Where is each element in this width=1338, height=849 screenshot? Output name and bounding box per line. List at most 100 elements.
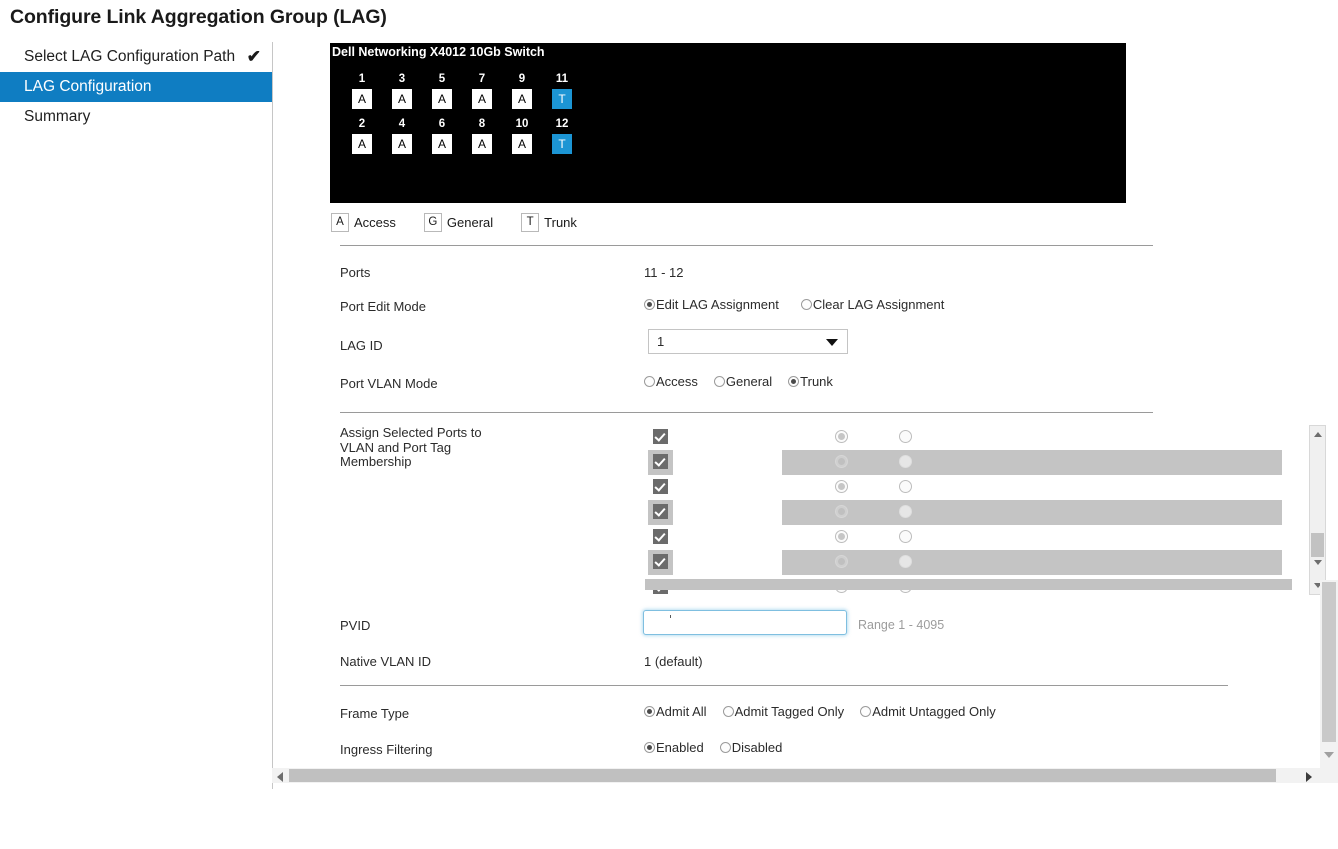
port-mode-box[interactable]: A — [472, 134, 492, 154]
scroll-right-icon[interactable] — [1306, 772, 1312, 782]
vlan-table-row[interactable] — [645, 475, 1292, 500]
switch-port[interactable]: 3A — [382, 72, 422, 109]
radio-option[interactable]: Edit LAG Assignment — [644, 297, 779, 312]
vlan-table-row[interactable] — [645, 550, 1292, 575]
port-vlan-mode-label: Port VLAN Mode — [340, 376, 438, 391]
vlan-row-checkbox[interactable] — [653, 529, 668, 544]
row-lag-id: LAG ID 1 — [340, 329, 1170, 361]
scroll-down-icon[interactable] — [1324, 752, 1334, 758]
wizard-step-2[interactable]: LAG Configuration — [0, 72, 272, 102]
radio-icon[interactable] — [800, 299, 812, 310]
vlan-tag-radio-untagged[interactable] — [835, 530, 848, 543]
radio-option[interactable]: Admit Untagged Only — [860, 704, 996, 719]
radio-option[interactable]: Enabled — [644, 740, 704, 755]
vlan-scroll-thumb[interactable] — [1311, 533, 1324, 557]
wizard-step-3[interactable]: Summary — [0, 102, 272, 132]
vlan-row-checkbox[interactable] — [653, 554, 668, 569]
switch-port[interactable]: 7A — [462, 72, 502, 109]
radio-icon[interactable] — [860, 706, 872, 717]
radio-option[interactable]: Access — [644, 374, 698, 389]
switch-port[interactable]: 1A — [342, 72, 382, 109]
port-mode-box[interactable]: T — [552, 134, 572, 154]
switch-port[interactable]: 2A — [342, 117, 382, 154]
vlan-membership-table[interactable] — [645, 425, 1292, 595]
vlan-row-checkbox[interactable] — [653, 479, 668, 494]
radio-icon[interactable] — [644, 706, 655, 717]
vlan-table-vertical-scrollbar[interactable] — [1309, 425, 1326, 595]
switch-port[interactable]: 6A — [422, 117, 462, 154]
vlan-tag-radio-untagged[interactable] — [835, 430, 848, 443]
radio-option[interactable]: Admit All — [644, 704, 707, 719]
radio-icon[interactable] — [644, 742, 655, 753]
radio-icon[interactable] — [644, 299, 655, 310]
vlan-tag-radio-tagged[interactable] — [899, 455, 912, 468]
vlan-tag-radio-untagged[interactable] — [835, 455, 848, 468]
vlan-membership-label: Assign Selected Ports to VLAN and Port T… — [340, 425, 482, 469]
switch-port[interactable]: 10 A — [502, 117, 542, 154]
vlan-row-checkbox[interactable] — [653, 504, 668, 519]
ingress-filtering-radio-group[interactable]: Enabled Disabled — [644, 740, 782, 755]
switch-port[interactable]: 8A — [462, 117, 502, 154]
radio-option[interactable]: Clear LAG Assignment — [800, 297, 944, 312]
scroll-left-icon[interactable] — [277, 772, 283, 782]
vlan-tag-radio-tagged[interactable] — [899, 430, 912, 443]
vlan-table-row[interactable] — [645, 500, 1292, 525]
wizard-step-label: Summary — [24, 108, 91, 125]
port-mode-box[interactable]: A — [352, 134, 372, 154]
radio-label: Access — [656, 374, 698, 389]
vlan-tag-radio-untagged[interactable] — [835, 555, 848, 568]
radio-option[interactable]: General — [713, 374, 772, 389]
wizard-step-1[interactable]: Select LAG Configuration Path ✔ — [0, 42, 272, 72]
port-edit-mode-radio-group[interactable]: Edit LAG Assignment Clear LAG Assignment — [644, 297, 944, 312]
legend-label: Trunk — [544, 215, 577, 230]
page-hscroll-thumb[interactable] — [289, 769, 1276, 782]
switch-port[interactable]: 9A — [502, 72, 542, 109]
scroll-up-icon[interactable] — [1310, 427, 1325, 442]
vlan-table-row[interactable] — [645, 425, 1292, 450]
radio-option[interactable]: Disabled — [719, 740, 782, 755]
port-mode-box[interactable]: A — [512, 134, 532, 154]
pvid-range-hint: Range 1 - 4095 — [858, 618, 945, 632]
radio-label: Admit Untagged Only — [872, 704, 996, 719]
vlan-table-horizontal-scrollbar[interactable] — [645, 579, 1292, 590]
page-horizontal-scrollbar[interactable] — [272, 768, 1338, 783]
scroll-down-icon[interactable] — [1310, 555, 1325, 570]
port-mode-box[interactable]: A — [512, 89, 532, 109]
switch-port[interactable]: 5A — [422, 72, 462, 109]
port-vlan-mode-radio-group[interactable]: Access General Trunk — [644, 374, 833, 389]
port-mode-box[interactable]: A — [392, 89, 412, 109]
page-vscroll-thumb[interactable] — [1322, 582, 1336, 742]
switch-port[interactable]: 4A — [382, 117, 422, 154]
switch-port[interactable]: 12 T — [542, 117, 582, 154]
frame-type-radio-group[interactable]: Admit All Admit Tagged Only Admit Untagged… — [644, 704, 996, 719]
radio-icon[interactable] — [722, 706, 734, 717]
port-mode-box[interactable]: T — [552, 89, 572, 109]
vlan-row-checkbox[interactable] — [653, 429, 668, 444]
lag-id-select[interactable]: 1 — [648, 329, 848, 354]
radio-icon[interactable] — [719, 742, 731, 753]
page-vertical-scrollbar[interactable] — [1320, 580, 1338, 768]
vlan-table-row[interactable] — [645, 450, 1292, 475]
port-mode-box[interactable]: A — [472, 89, 492, 109]
radio-label: Trunk — [800, 374, 833, 389]
radio-option[interactable]: Admit Tagged Only — [722, 704, 844, 719]
vlan-tag-radio-untagged[interactable] — [835, 505, 848, 518]
vlan-tag-radio-tagged[interactable] — [899, 505, 912, 518]
switch-port[interactable]: 11 T — [542, 72, 582, 109]
port-mode-box[interactable]: A — [352, 89, 372, 109]
port-grid: 1 A 3 A 5 A 7 A 9 A 11 T 2 A 4 A 6 A 8 A 10 A 12 T — [342, 72, 582, 154]
radio-icon[interactable] — [644, 376, 655, 387]
pvid-input[interactable] — [643, 610, 847, 635]
vlan-row-checkbox[interactable] — [653, 454, 668, 469]
port-mode-box[interactable]: A — [432, 134, 452, 154]
vlan-table-row[interactable] — [645, 525, 1292, 550]
vlan-tag-radio-untagged[interactable] — [835, 480, 848, 493]
vlan-tag-radio-tagged[interactable] — [899, 555, 912, 568]
radio-icon[interactable] — [713, 376, 725, 387]
port-mode-box[interactable]: A — [392, 134, 412, 154]
radio-icon[interactable] — [788, 376, 800, 387]
vlan-tag-radio-tagged[interactable] — [899, 480, 912, 493]
radio-option[interactable]: Trunk — [788, 374, 833, 389]
vlan-tag-radio-tagged[interactable] — [899, 530, 912, 543]
port-mode-box[interactable]: A — [432, 89, 452, 109]
